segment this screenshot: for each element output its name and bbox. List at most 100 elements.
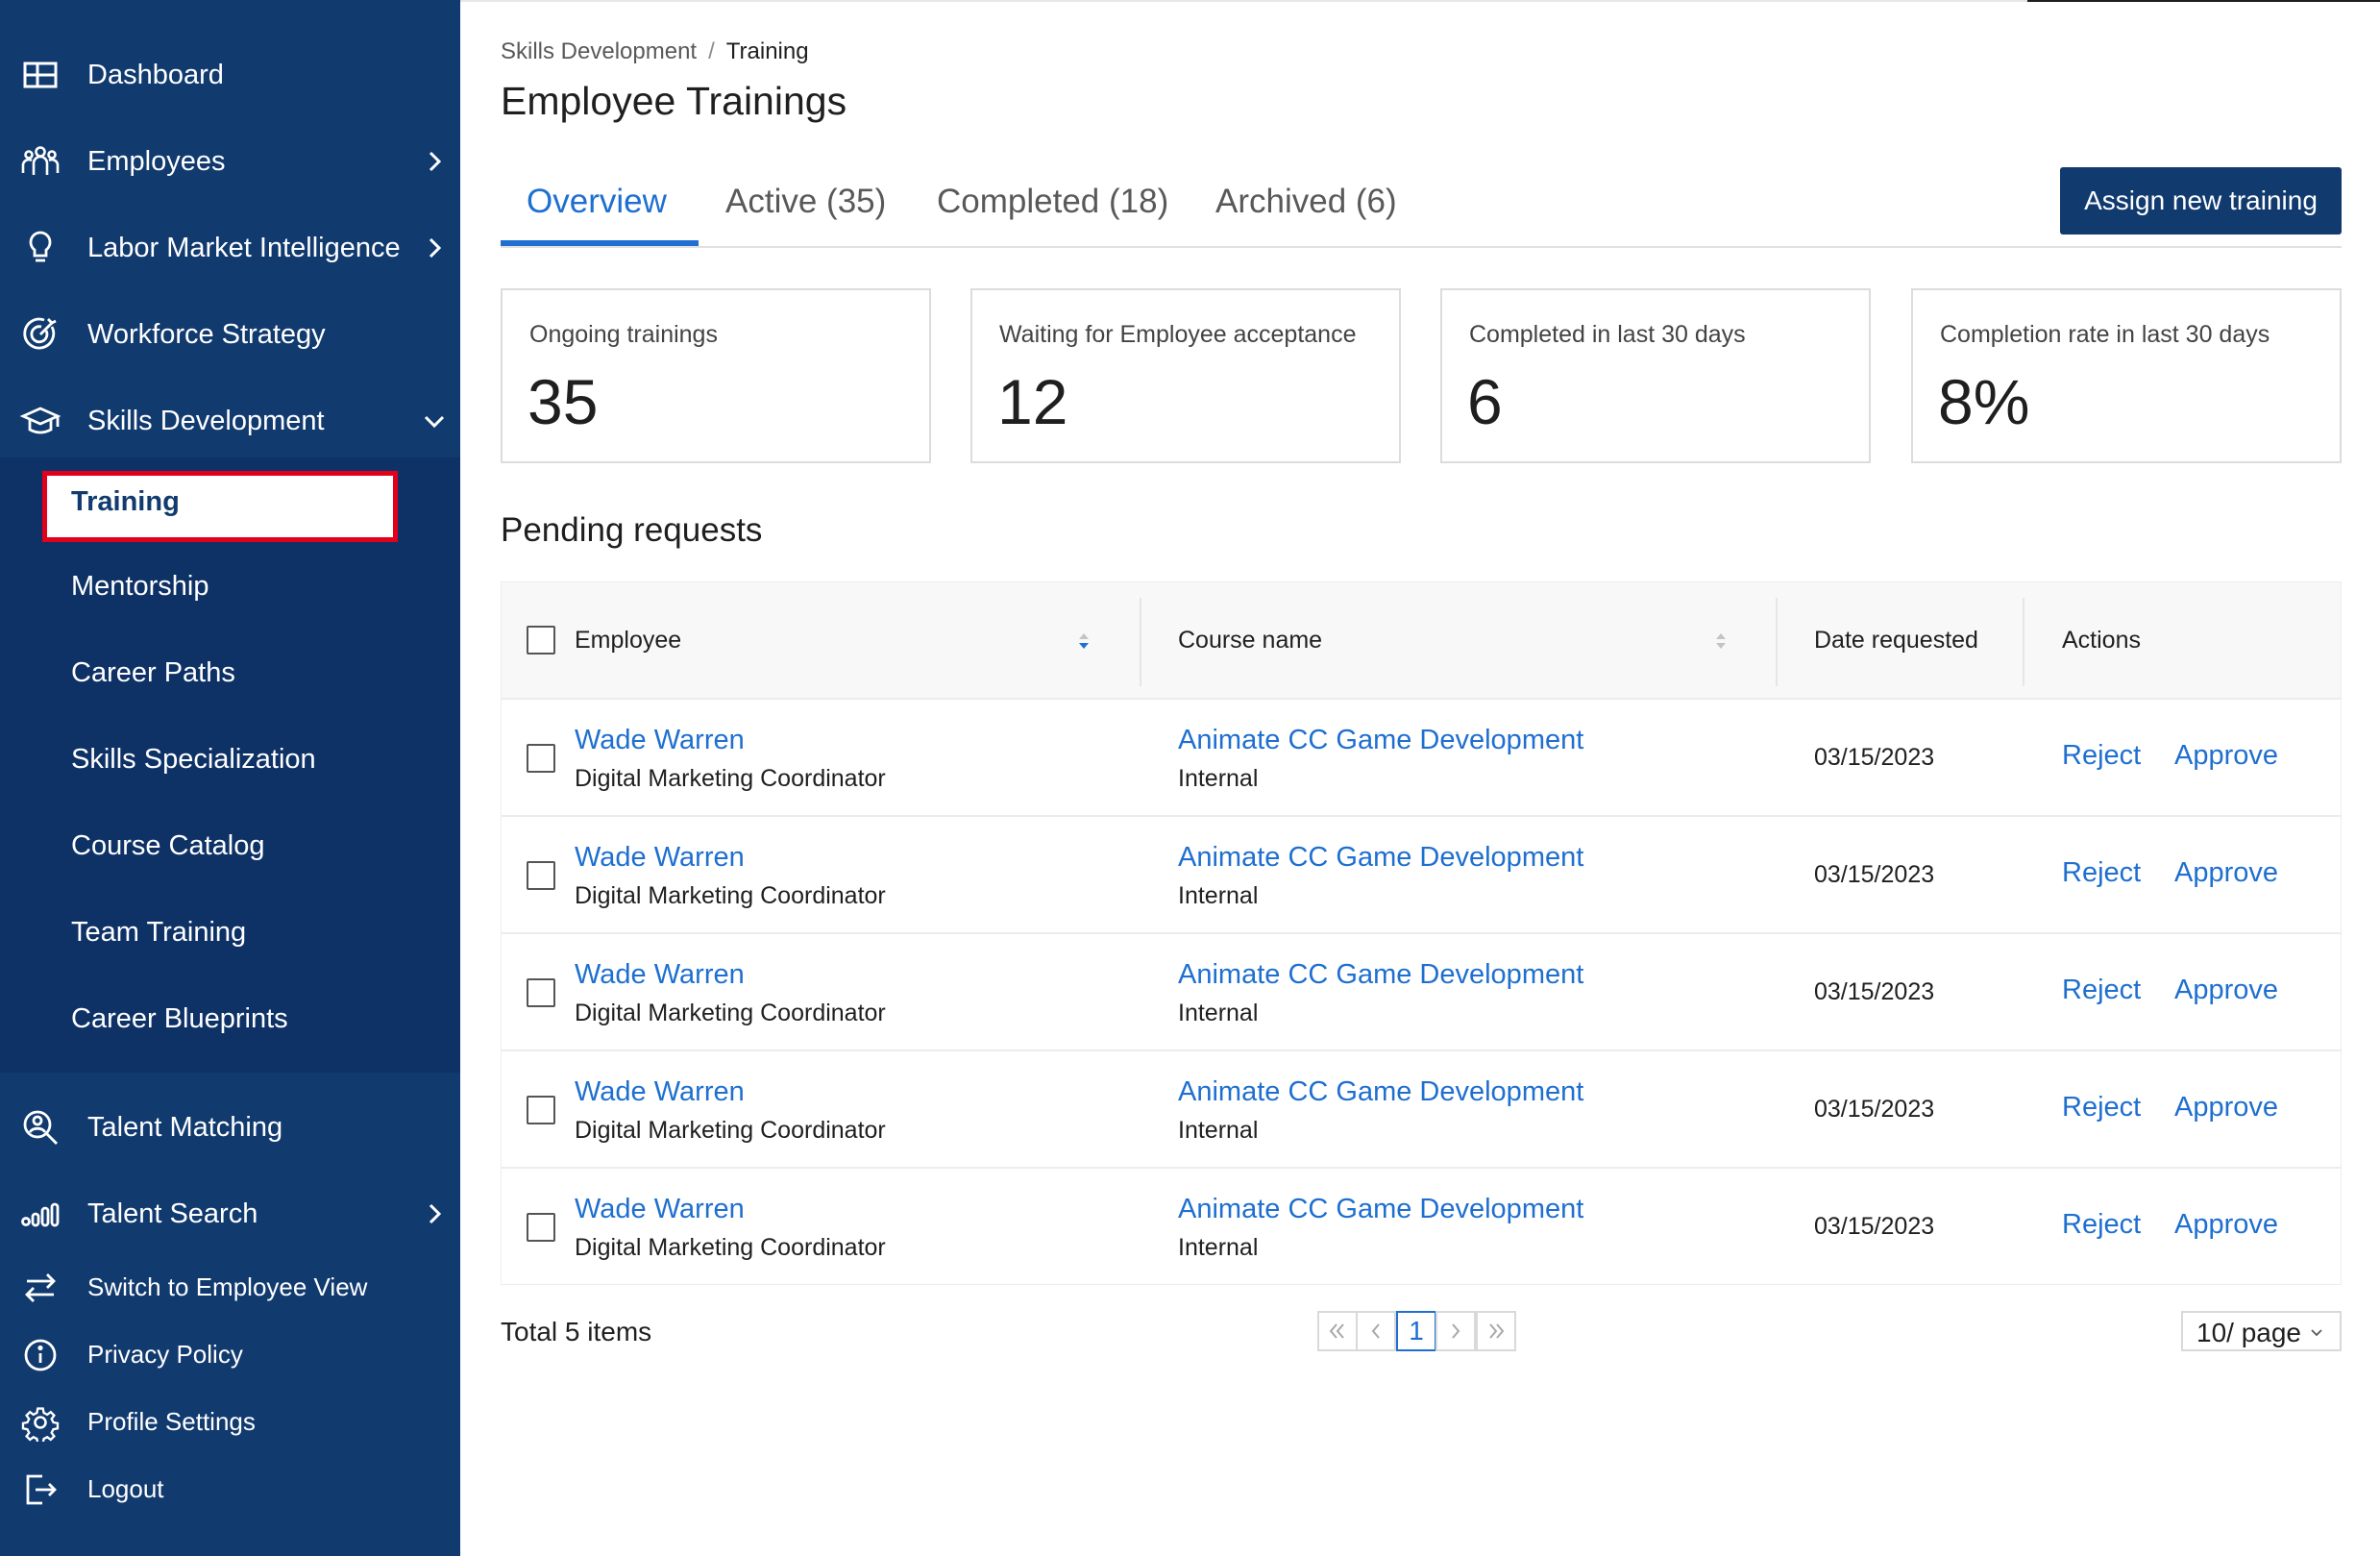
reject-button[interactable]: Reject bbox=[2062, 857, 2141, 889]
graduation-cap-icon bbox=[19, 400, 61, 442]
approve-button[interactable]: Approve bbox=[2174, 740, 2278, 772]
course-type: Internal bbox=[1178, 1000, 1259, 1026]
first-page-button[interactable] bbox=[1317, 1311, 1358, 1351]
employee-name-link[interactable]: Wade Warren bbox=[575, 959, 745, 991]
nav-item-dashboard[interactable]: Dashboard bbox=[0, 32, 460, 118]
sub-item-training[interactable]: Training bbox=[0, 457, 460, 544]
chevron-right-icon bbox=[1445, 1321, 1466, 1342]
nav-item-workforce-strategy[interactable]: Workforce Strategy bbox=[0, 291, 460, 378]
course-name-link[interactable]: Animate CC Game Development bbox=[1178, 1194, 1583, 1225]
nav-item-talent-matching[interactable]: Talent Matching bbox=[0, 1084, 460, 1171]
nav-item-talent-search[interactable]: Talent Search bbox=[0, 1171, 460, 1257]
table-row: Wade Warren Digital Marketing Coordinato… bbox=[502, 1051, 2341, 1169]
approve-button[interactable]: Approve bbox=[2174, 857, 2278, 889]
column-header-employee[interactable]: Employee bbox=[575, 627, 681, 655]
nav-item-label: Employees bbox=[87, 145, 226, 177]
reject-button[interactable]: Reject bbox=[2062, 1209, 2141, 1241]
sort-icon[interactable] bbox=[1077, 630, 1091, 652]
course-type: Internal bbox=[1178, 1117, 1259, 1144]
date-requested: 03/15/2023 bbox=[1814, 978, 1935, 1005]
nav-item-label: Profile Settings bbox=[87, 1407, 256, 1436]
row-checkbox[interactable] bbox=[527, 861, 555, 890]
assign-new-training-button[interactable]: Assign new training bbox=[2060, 167, 2342, 235]
sub-item-label: Career Paths bbox=[71, 657, 235, 688]
approve-button[interactable]: Approve bbox=[2174, 975, 2278, 1006]
sub-item-mentorship[interactable]: Mentorship bbox=[0, 544, 460, 630]
column-header-date-requested: Date requested bbox=[1814, 627, 1978, 654]
course-name-link[interactable]: Animate CC Game Development bbox=[1178, 1076, 1583, 1108]
sub-item-label: Team Training bbox=[71, 917, 247, 948]
tab-overview[interactable]: Overview bbox=[527, 183, 667, 221]
course-name-link[interactable]: Animate CC Game Development bbox=[1178, 842, 1583, 874]
column-header-actions: Actions bbox=[2062, 627, 2141, 654]
row-checkbox[interactable] bbox=[527, 744, 555, 773]
nav-item-privacy-policy[interactable]: Privacy Policy bbox=[0, 1322, 460, 1386]
date-requested: 03/15/2023 bbox=[1814, 861, 1935, 888]
sub-item-course-catalog[interactable]: Course Catalog bbox=[0, 803, 460, 890]
employee-role: Digital Marketing Coordinator bbox=[575, 1000, 886, 1026]
sort-icon[interactable] bbox=[1714, 630, 1728, 652]
page-size-select[interactable]: 10/ page bbox=[2181, 1311, 2342, 1351]
tab-active[interactable]: Active (35) bbox=[725, 183, 886, 221]
stat-value: 6 bbox=[1467, 366, 1503, 437]
tab-completed[interactable]: Completed (18) bbox=[937, 183, 1168, 221]
column-divider bbox=[2023, 598, 2024, 686]
course-name-link[interactable]: Animate CC Game Development bbox=[1178, 959, 1583, 991]
gear-icon bbox=[21, 1403, 60, 1442]
org-chart-icon bbox=[19, 1193, 61, 1235]
nav-item-label: Logout bbox=[87, 1474, 164, 1503]
approve-button[interactable]: Approve bbox=[2174, 1209, 2278, 1241]
double-chevron-left-icon bbox=[1327, 1321, 1348, 1342]
pending-requests-title: Pending requests bbox=[501, 511, 763, 549]
page-size-value: 10/ page bbox=[2196, 1318, 2301, 1347]
nav-item-skills-development[interactable]: Skills Development bbox=[0, 378, 460, 464]
table-row: Wade Warren Digital Marketing Coordinato… bbox=[502, 700, 2341, 817]
approve-button[interactable]: Approve bbox=[2174, 1092, 2278, 1124]
reject-button[interactable]: Reject bbox=[2062, 975, 2141, 1006]
sub-item-label: Skills Specialization bbox=[71, 744, 316, 775]
employee-name-link[interactable]: Wade Warren bbox=[575, 842, 745, 874]
nav-item-logout[interactable]: Logout bbox=[0, 1457, 460, 1520]
last-page-button[interactable] bbox=[1476, 1311, 1516, 1351]
select-all-checkbox[interactable] bbox=[527, 626, 555, 655]
page-number-button[interactable]: 1 bbox=[1396, 1311, 1436, 1351]
prev-page-button[interactable] bbox=[1356, 1311, 1396, 1351]
row-checkbox[interactable] bbox=[527, 978, 555, 1007]
column-divider bbox=[1776, 598, 1778, 686]
nav-item-profile-settings[interactable]: Profile Settings bbox=[0, 1390, 460, 1453]
breadcrumb-parent[interactable]: Skills Development bbox=[501, 38, 697, 64]
column-divider bbox=[1140, 598, 1141, 686]
reject-button[interactable]: Reject bbox=[2062, 1092, 2141, 1124]
nav-item-labor-market-intelligence[interactable]: Labor Market Intelligence bbox=[0, 205, 460, 291]
employee-name-link[interactable]: Wade Warren bbox=[575, 1194, 745, 1225]
stat-value: 35 bbox=[528, 366, 599, 437]
reject-button[interactable]: Reject bbox=[2062, 740, 2141, 772]
chevron-down-icon bbox=[420, 407, 449, 435]
page-title: Employee Trainings bbox=[501, 79, 847, 123]
employee-name-link[interactable]: Wade Warren bbox=[575, 1076, 745, 1108]
stat-label: Completed in last 30 days bbox=[1469, 321, 1746, 348]
employee-name-link[interactable]: Wade Warren bbox=[575, 725, 745, 756]
breadcrumb-current: Training bbox=[725, 38, 809, 64]
nav-item-switch-to-employee-view[interactable]: Switch to Employee View bbox=[0, 1255, 460, 1319]
tab-archived[interactable]: Archived (6) bbox=[1215, 183, 1397, 221]
nav-item-label: Skills Development bbox=[87, 405, 325, 436]
sub-item-career-blueprints[interactable]: Career Blueprints bbox=[0, 976, 460, 1063]
next-page-button[interactable] bbox=[1435, 1311, 1476, 1351]
sub-item-career-paths[interactable]: Career Paths bbox=[0, 630, 460, 717]
nav-item-employees[interactable]: Employees bbox=[0, 118, 460, 205]
chevron-down-icon bbox=[2308, 1323, 2325, 1341]
sub-item-team-training[interactable]: Team Training bbox=[0, 890, 460, 976]
top-border-accent bbox=[2027, 0, 2380, 2]
nav-item-label: Privacy Policy bbox=[87, 1340, 243, 1369]
row-checkbox[interactable] bbox=[527, 1096, 555, 1124]
sidebar: Dashboard Employees Labor Market Intelli… bbox=[0, 0, 460, 1556]
course-name-link[interactable]: Animate CC Game Development bbox=[1178, 725, 1583, 756]
nav-item-label: Talent Matching bbox=[87, 1111, 283, 1143]
stat-card-waiting-acceptance: Waiting for Employee acceptance 12 bbox=[970, 288, 1401, 463]
column-header-course-name[interactable]: Course name bbox=[1178, 627, 1322, 655]
table-row: Wade Warren Digital Marketing Coordinato… bbox=[502, 817, 2341, 934]
row-checkbox[interactable] bbox=[527, 1213, 555, 1242]
sub-item-skills-specialization[interactable]: Skills Specialization bbox=[0, 717, 460, 803]
stat-value: 12 bbox=[997, 366, 1068, 437]
